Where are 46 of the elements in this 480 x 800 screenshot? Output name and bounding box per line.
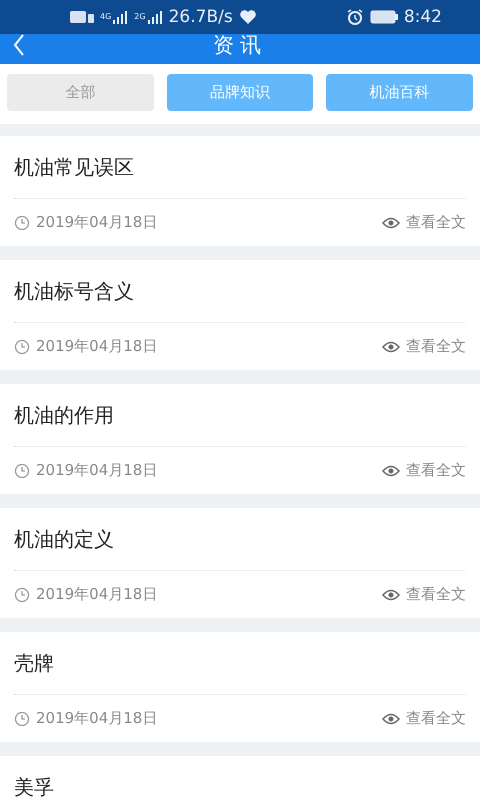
article-card[interactable]: 机油的定义 2019年04月18日 查看全文 xyxy=(0,508,480,618)
eye-icon xyxy=(382,216,400,228)
clock-icon xyxy=(14,710,30,726)
eye-icon xyxy=(382,588,400,600)
clock-time: 8:42 xyxy=(404,7,442,27)
article-title: 机油的作用 xyxy=(14,402,114,428)
article-card[interactable]: 机油的作用 2019年04月18日 查看全文 xyxy=(0,384,480,494)
back-icon[interactable] xyxy=(12,34,26,56)
article-date: 2019年04月18日 xyxy=(36,461,158,480)
article-title: 机油常见误区 xyxy=(14,154,134,180)
read-more-link[interactable]: 查看全文 xyxy=(406,709,466,728)
article-date: 2019年04月18日 xyxy=(36,585,158,604)
article-card[interactable]: 美孚 xyxy=(0,756,480,800)
read-more-link[interactable]: 查看全文 xyxy=(406,585,466,604)
clock-icon xyxy=(14,586,30,602)
article-card[interactable]: 机油常见误区 2019年04月18日 查看全文 xyxy=(0,136,480,246)
heart-icon xyxy=(238,9,257,25)
eye-icon xyxy=(382,340,400,352)
eye-icon xyxy=(382,712,400,724)
article-card[interactable]: 壳牌 2019年04月18日 查看全文 xyxy=(0,632,480,742)
read-more-link[interactable]: 查看全文 xyxy=(406,213,466,232)
network-label: 2G xyxy=(134,12,146,21)
battery-icon xyxy=(370,10,398,24)
signal-icon xyxy=(146,10,163,24)
category-tab[interactable]: 全部 xyxy=(7,74,154,111)
article-date: 2019年04月18日 xyxy=(36,709,158,728)
category-tab[interactable]: 品牌知识 xyxy=(166,74,314,111)
alarm-icon xyxy=(346,8,364,26)
clock-icon xyxy=(14,214,30,230)
category-tab[interactable]: 机油百科 xyxy=(326,74,474,111)
read-more-link[interactable]: 查看全文 xyxy=(406,461,466,480)
article-date: 2019年04月18日 xyxy=(36,337,158,356)
signal-icon xyxy=(112,10,128,24)
article-title: 机油的定义 xyxy=(14,526,114,552)
article-card[interactable]: 机油标号含义 2019年04月18日 查看全文 xyxy=(0,260,480,370)
eye-icon xyxy=(382,464,400,476)
network-label: 4G xyxy=(100,12,112,21)
article-title: 机油标号含义 xyxy=(14,278,134,304)
article-title: 壳牌 xyxy=(14,650,54,676)
page-title: 资讯 xyxy=(213,32,267,59)
article-title: 美孚 xyxy=(14,774,54,800)
clock-icon xyxy=(14,338,30,354)
network-speed: 26.7B/s xyxy=(168,7,233,27)
read-more-link[interactable]: 查看全文 xyxy=(406,337,466,356)
article-date: 2019年04月18日 xyxy=(36,213,158,232)
clock-icon xyxy=(14,462,30,478)
